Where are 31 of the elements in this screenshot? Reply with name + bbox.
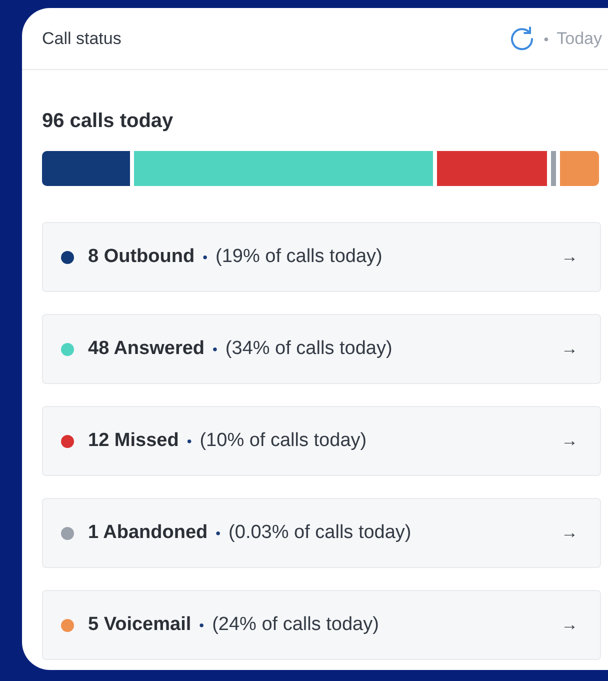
status-row[interactable]: 5 Voicemail • (24% of calls today) → xyxy=(42,590,601,660)
status-count: 12 Missed xyxy=(88,430,179,452)
status-count: 48 Answered xyxy=(88,338,205,360)
arrow-icon: → xyxy=(561,523,578,543)
period-label: Today xyxy=(556,28,602,48)
separator-dot: • xyxy=(202,249,208,265)
arrow-icon: → xyxy=(561,431,578,451)
arrow-icon: → xyxy=(561,339,578,359)
separator-dot: • xyxy=(544,30,549,46)
bar-segment xyxy=(551,151,556,186)
separator-dot: • xyxy=(199,617,204,633)
separator-dot: • xyxy=(212,341,218,357)
status-row[interactable]: 8 Outbound • (19% of calls today) → xyxy=(42,222,601,292)
status-count: 5 Voicemail xyxy=(88,614,192,636)
status-count: 1 Abandoned xyxy=(88,522,208,544)
arrow-icon: → xyxy=(561,615,578,635)
status-share: (10% of calls today) xyxy=(200,430,368,452)
separator-dot: • xyxy=(216,525,221,541)
status-share: (0.03% of calls today) xyxy=(228,522,412,544)
status-row[interactable]: 12 Missed • (10% of calls today) → xyxy=(42,406,601,476)
card-title: Call status xyxy=(42,28,122,48)
separator-dot: • xyxy=(186,433,192,449)
status-row[interactable]: 48 Answered • (34% of calls today) → xyxy=(42,314,601,384)
status-share: (34% of calls today) xyxy=(225,338,394,360)
bar-segment xyxy=(560,151,600,186)
arrow-icon: → xyxy=(561,247,578,267)
status-share: (24% of calls today) xyxy=(212,614,380,636)
status-share: (19% of calls today) xyxy=(216,246,384,268)
calls-summary: 96 calls today xyxy=(42,110,174,133)
status-row[interactable]: 1 Abandoned • (0.03% of calls today) → xyxy=(42,498,601,568)
status-count: 8 Outbound xyxy=(88,246,195,268)
